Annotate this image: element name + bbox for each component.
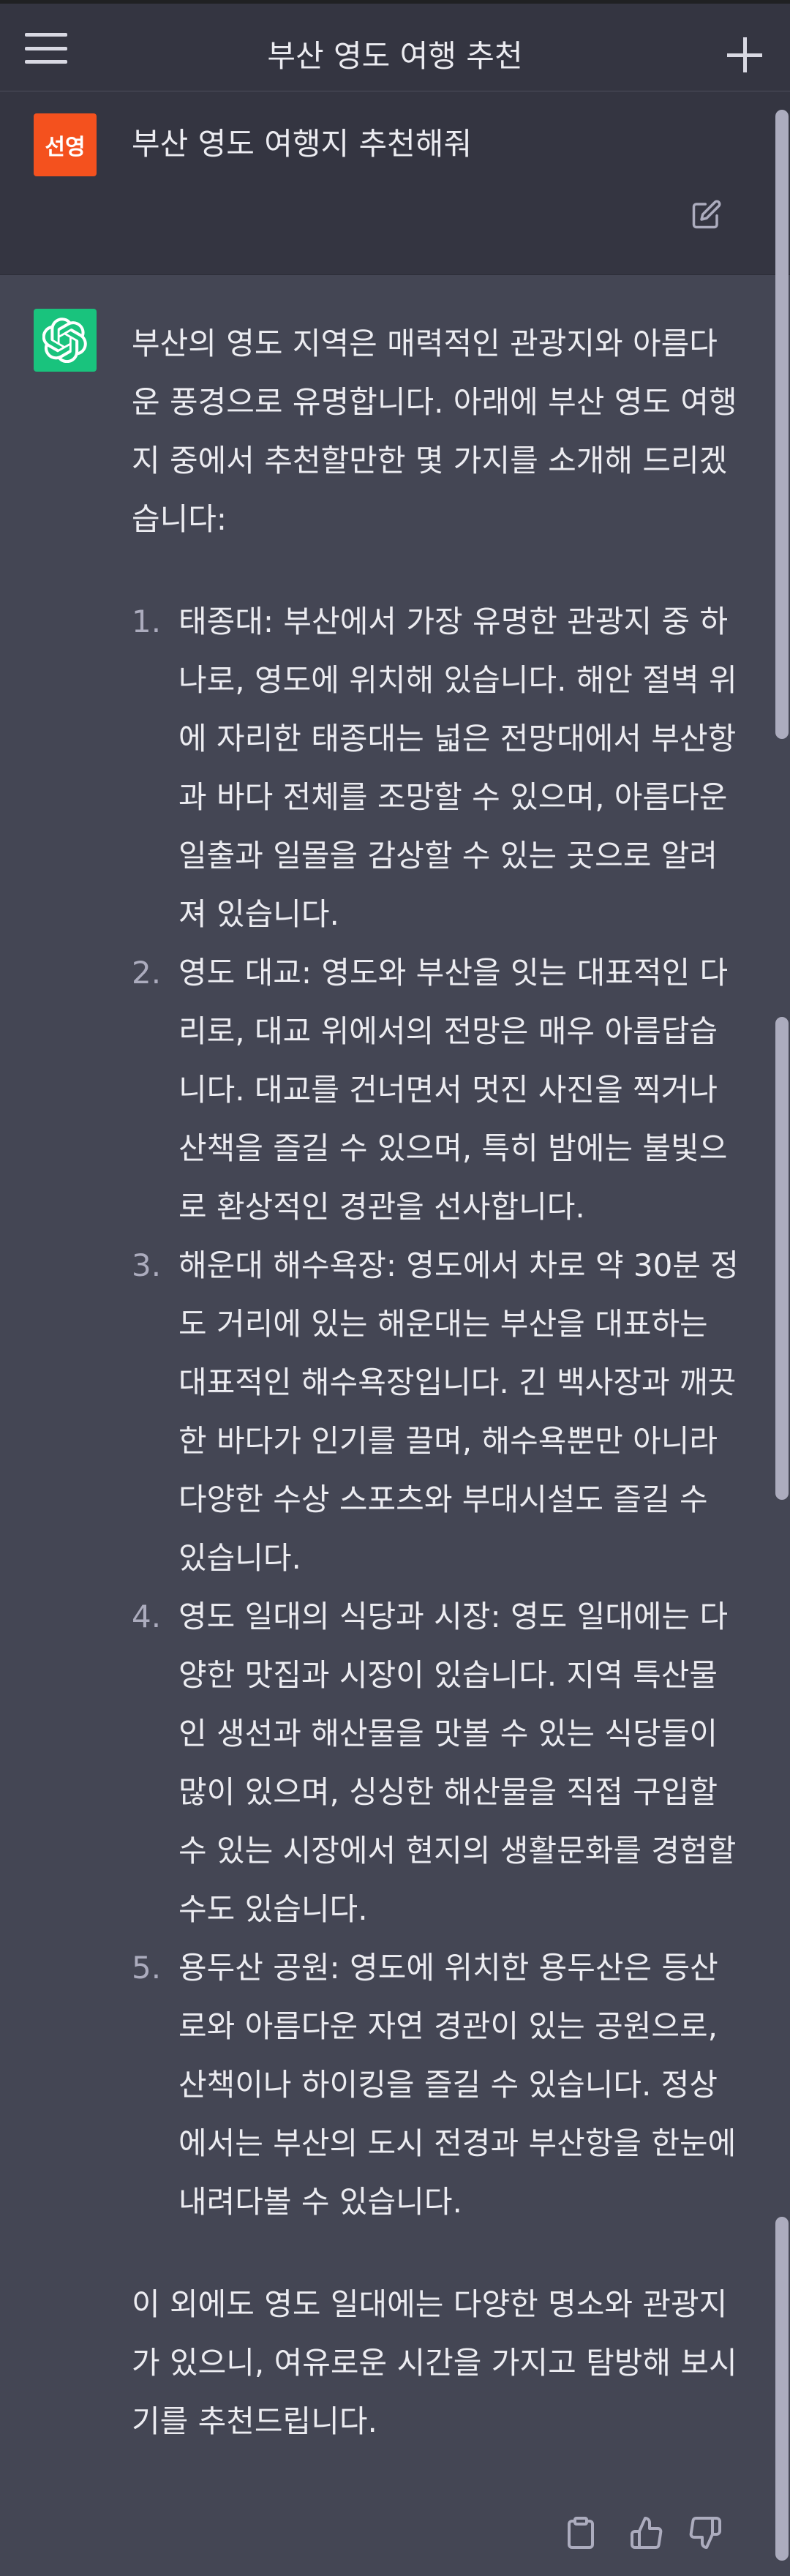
thumbs-down-icon[interactable] [688,2514,723,2552]
list-number: 1. [132,604,162,639]
user-message: 선영 부산 영도 여행지 추천해줘 [0,91,790,275]
list-number: 2. [132,955,162,991]
list-item: 2. 영도 대교: 영도와 부산을 잇는 대표적인 다리로, 대교 위에서의 전… [132,944,739,1236]
user-avatar: 선영 [34,113,97,176]
thumbs-up-icon[interactable] [629,2514,664,2552]
list-number: 3. [132,1247,162,1283]
top-bar: 부산 영도 여행 추천 [0,0,790,91]
list-item-text: 해운대 해수욕장: 영도에서 차로 약 30분 정도 거리에 있는 해운대는 부… [178,1247,739,1576]
list-item: 5. 용두산 공원: 영도에 위치한 용두산은 등산로와 아름다운 자연 경관이… [132,1939,739,2231]
message-actions [563,2514,739,2558]
recommendation-list: 1. 태종대: 부산에서 가장 유명한 관광지 중 하나로, 영도에 위치해 있… [132,593,739,2231]
response-outro: 이 외에도 영도 일대에는 다양한 명소와 관광지가 있으니, 여유로운 시간을… [132,2286,737,2439]
scrollbar-thumb-lower[interactable] [775,2217,789,2561]
list-item: 3. 해운대 해수욕장: 영도에서 차로 약 30분 정도 거리에 있는 해운대… [132,1236,739,1588]
new-chat-plus-icon[interactable] [727,37,762,72]
user-message-text: 부산 영도 여행지 추천해줘 [132,126,473,162]
list-item-text: 태종대: 부산에서 가장 유명한 관광지 중 하나로, 영도에 위치해 있습니다… [178,604,737,932]
copy-icon[interactable] [563,2514,598,2552]
response-intro: 부산의 영도 지역은 매력적인 관광지와 아름다운 풍경으로 유명합니다. 아래… [132,326,737,537]
list-item-text: 영도 일대의 식당과 시장: 영도 일대에는 다양한 맛집과 시장이 있습니다.… [178,1599,737,1927]
list-item-text: 용두산 공원: 영도에 위치한 용두산은 등산로와 아름다운 자연 경관이 있는… [178,1950,737,2220]
chatgpt-logo-icon [34,309,97,372]
list-number: 4. [132,1599,162,1634]
chat-title: 부산 영도 여행 추천 [267,38,523,74]
scrollbar-thumb-middle[interactable] [775,1017,789,1500]
assistant-response: 부산의 영도 지역은 매력적인 관광지와 아름다운 풍경으로 유명합니다. 아래… [132,315,739,2451]
list-item: 1. 태종대: 부산에서 가장 유명한 관광지 중 하나로, 영도에 위치해 있… [132,593,739,944]
assistant-message: 부산의 영도 지역은 매력적인 관광지와 아름다운 풍경으로 유명합니다. 아래… [0,275,790,2576]
list-number: 5. [132,1950,162,1986]
list-item: 4. 영도 일대의 식당과 시장: 영도 일대에는 다양한 맛집과 시장이 있습… [132,1588,739,1939]
scrollbar-thumb-upper[interactable] [775,110,789,739]
edit-icon[interactable] [691,199,722,230]
list-item-text: 영도 대교: 영도와 부산을 잇는 대표적인 다리로, 대교 위에서의 전망은 … [178,955,729,1225]
scrollbar[interactable] [774,95,790,2576]
